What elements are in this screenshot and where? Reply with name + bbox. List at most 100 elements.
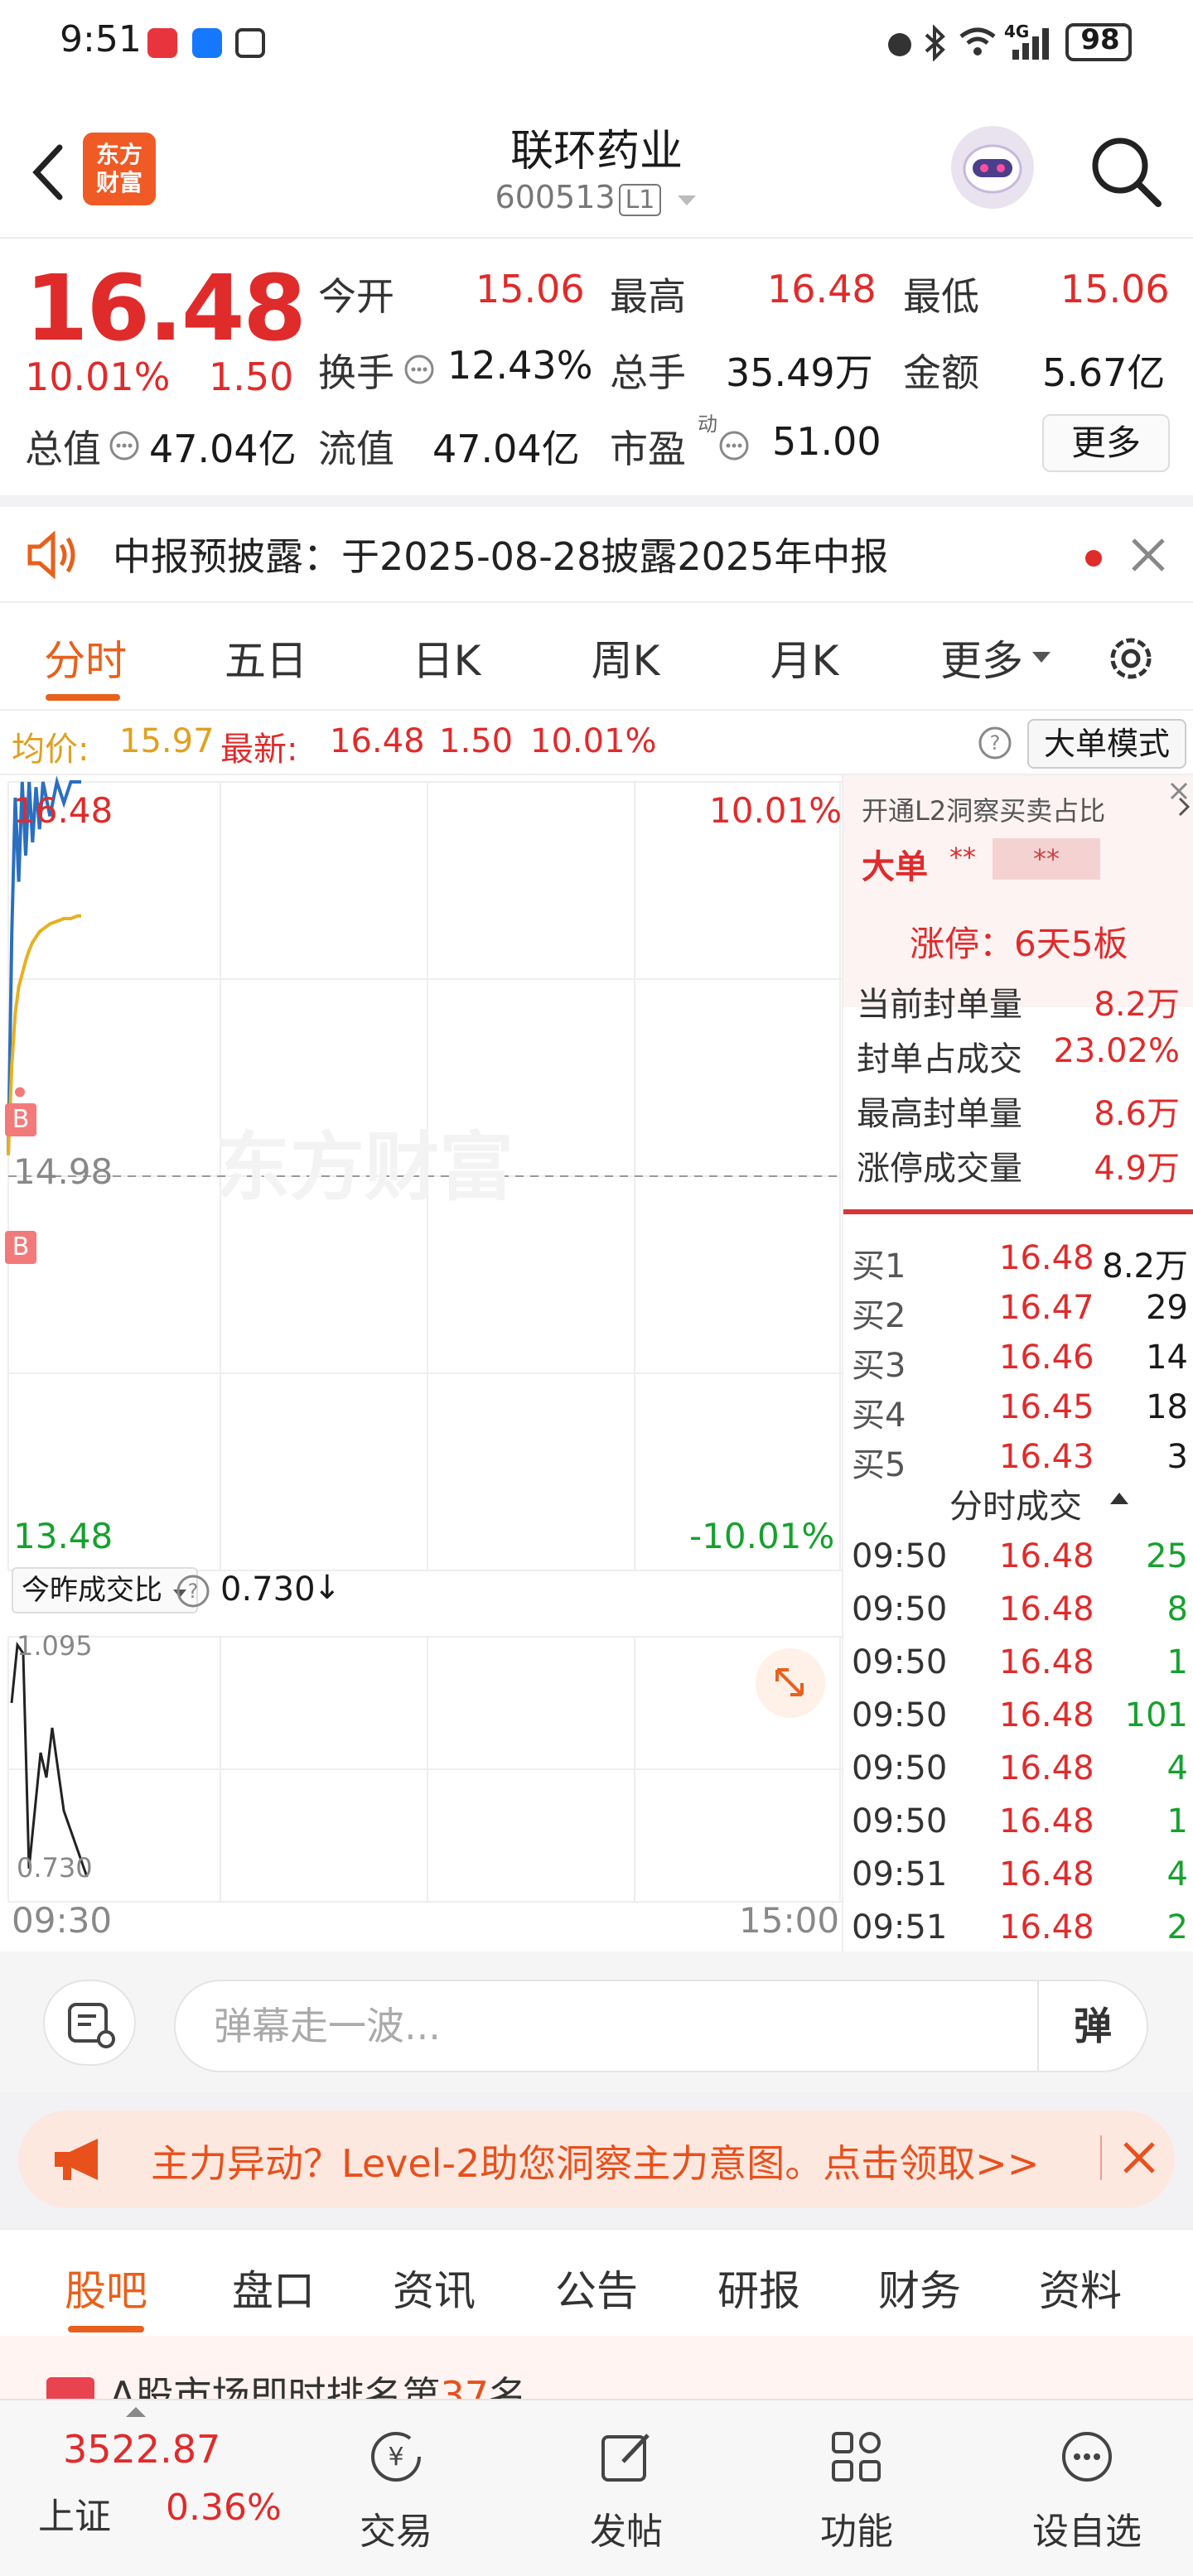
expand-button[interactable] xyxy=(756,1648,825,1718)
limit-stat-row: 涨停成交量 4.9万 xyxy=(857,1141,1188,1189)
tab-intraday[interactable]: 分时 xyxy=(23,628,147,687)
ratio-arrow: ↓ xyxy=(313,1569,341,1607)
trade-volume: 4 xyxy=(1166,1855,1188,1893)
nav-add-watchlist[interactable]: 设自选 xyxy=(1004,2425,1170,2554)
gear-icon[interactable] xyxy=(1104,631,1158,686)
svg-text:¥: ¥ xyxy=(388,2443,403,2472)
tab-news[interactable]: 资讯 xyxy=(360,2258,509,2318)
l2-promo-link[interactable]: 开通L2洞察买卖占比 xyxy=(862,790,1105,828)
order-book-panel: 开通L2洞察买卖占比 大单 ** ** 涨停：6天5板 当前封单量 8.2万 封单占… xyxy=(842,775,1193,1951)
change-amount: 1.50 xyxy=(209,355,294,399)
bid-volume: 18 xyxy=(1146,1388,1188,1426)
tab-announcements[interactable]: 公告 xyxy=(522,2258,671,2318)
ranking-text: A股市场即时排名第37名 xyxy=(109,2366,527,2402)
tab-pankou[interactable]: 盘口 xyxy=(199,2258,348,2318)
big-order-mode-button[interactable]: 大单模式 xyxy=(1027,719,1186,769)
notice-bar[interactable]: 中报预披露：于2025-08-28披露2025年中报 xyxy=(0,495,1193,603)
info-dots-icon[interactable] xyxy=(108,429,141,462)
market-cap-label: 总值 xyxy=(25,427,101,471)
tab-daily-k[interactable]: 日K xyxy=(384,628,509,687)
open-label: 今开 xyxy=(318,274,394,319)
trade-time: 09:50 xyxy=(852,1749,948,1787)
trade-time: 09:51 xyxy=(852,1855,948,1893)
robot-assistant-icon[interactable] xyxy=(951,126,1034,209)
trade-volume: 1 xyxy=(1166,1643,1188,1681)
nav-add-watchlist-label: 设自选 xyxy=(1032,2511,1142,2553)
active-tab-underline xyxy=(68,2326,144,2332)
tab-five-day[interactable]: 五日 xyxy=(204,628,328,687)
trade-volume: 25 xyxy=(1146,1537,1188,1575)
tab-weekly-k[interactable]: 周K xyxy=(563,628,688,687)
nav-trade[interactable]: ¥ 交易 xyxy=(313,2425,479,2554)
info-dots-icon[interactable] xyxy=(403,353,436,386)
trade-row: 09:50 16.48 1 xyxy=(852,1643,1191,1696)
price-line xyxy=(7,775,81,1155)
danmu-list-icon xyxy=(68,2003,115,2048)
bid-volume: 3 xyxy=(1166,1438,1188,1476)
pe-dynamic-sup: 动 xyxy=(698,412,717,436)
more-quote-button[interactable]: 更多 xyxy=(1042,414,1170,472)
close-icon[interactable] xyxy=(1120,2139,1158,2177)
megaphone-icon xyxy=(55,2139,98,2180)
amount-value: 5.67亿 xyxy=(1042,350,1166,395)
bid-row[interactable]: 买1 16.48 8.2万 xyxy=(852,1239,1191,1289)
content-tabs: 股吧 盘口 资讯 公告 研报 财务 资料 xyxy=(0,2228,1193,2336)
ratio-value: 0.730 xyxy=(220,1570,316,1609)
period-tabs: 分时 五日 日K 周K 月K 更多 xyxy=(0,603,1193,711)
level2-promo-banner[interactable]: 主力异动？Level-2助您洞察主力意图。点击领取>> xyxy=(18,2110,1175,2208)
tab-guba[interactable]: 股吧 xyxy=(31,2258,181,2318)
chart-info-row: 均价: 15.97 最新: 16.48 1.50 10.01% ? 大单模式 xyxy=(0,711,1193,775)
info-dots-icon[interactable] xyxy=(717,429,751,462)
close-icon[interactable] xyxy=(1163,775,1193,807)
tab-monthly-k[interactable]: 月K xyxy=(742,628,867,687)
help-icon[interactable]: ? xyxy=(978,726,1012,760)
nav-functions[interactable]: 功能 xyxy=(774,2425,939,2554)
level-badge: L1 xyxy=(618,184,662,216)
battery-level: 98 xyxy=(1080,23,1120,56)
big-order-masked-bar: ** xyxy=(993,838,1100,880)
volume-label: 总手 xyxy=(610,350,686,395)
buy-marker[interactable]: B xyxy=(5,1103,36,1136)
limit-stat-row: 最高封单量 8.6万 xyxy=(857,1087,1188,1135)
stock-header: 东方 财富 联环药业 600513 L1 xyxy=(0,89,1193,239)
buy-marker[interactable]: B xyxy=(5,1231,36,1264)
tab-profile[interactable]: 资料 xyxy=(1006,2258,1155,2318)
bid-row[interactable]: 买2 16.47 29 xyxy=(852,1289,1191,1339)
trade-volume: 8 xyxy=(1166,1590,1188,1628)
chart-top-percent: 10.01% xyxy=(709,790,843,831)
bid-label: 买3 xyxy=(852,1347,906,1385)
tab-research[interactable]: 研报 xyxy=(684,2258,833,2318)
stat-value: 8.2万 xyxy=(1094,986,1180,1024)
latest-price: 16.48 xyxy=(330,722,425,760)
chart-top-price: 16.48 xyxy=(13,790,114,831)
nav-post[interactable]: 发帖 xyxy=(543,2425,709,2554)
trades-header[interactable]: 分时成交 xyxy=(949,1479,1082,1527)
low-label: 最低 xyxy=(903,274,979,319)
stat-value: 4.9万 xyxy=(1094,1150,1180,1188)
danmu-input[interactable]: 弹幕走一波... xyxy=(174,1980,1148,2072)
svg-text:?: ? xyxy=(990,731,1001,755)
nav-trade-label: 交易 xyxy=(360,2511,432,2553)
close-icon[interactable] xyxy=(1128,535,1168,575)
bid-row[interactable]: 买4 16.45 18 xyxy=(852,1388,1191,1438)
alarm-icon xyxy=(888,33,911,56)
index-quote[interactable]: 3522.87 上证 0.36% xyxy=(0,2400,282,2576)
volume-value: 35.49万 xyxy=(726,350,873,395)
nfc-icon xyxy=(235,28,265,58)
bid-volume: 14 xyxy=(1146,1339,1188,1377)
help-icon[interactable]: ? xyxy=(176,1574,210,1609)
ratio-line xyxy=(10,1641,89,1878)
bid-price: 16.45 xyxy=(999,1388,1094,1426)
trade-row: 09:51 16.48 4 xyxy=(852,1855,1191,1908)
ratio-selector[interactable]: 今昨成交比 xyxy=(12,1567,198,1614)
intraday-chart[interactable]: 东方财富 16.48 10.01% 14.98 13.48 -10.01% B … xyxy=(0,775,842,1951)
danmu-send-button[interactable]: 弹 xyxy=(1037,1981,1147,2071)
tab-finance[interactable]: 财务 xyxy=(845,2258,994,2318)
tab-more[interactable]: 更多 xyxy=(920,628,1044,687)
bid-row[interactable]: 买3 16.46 14 xyxy=(852,1339,1191,1388)
ranking-peek[interactable]: A股市场即时排名第37名 xyxy=(0,2336,1193,2402)
danmu-list-button[interactable] xyxy=(43,1980,136,2066)
search-icon[interactable] xyxy=(1085,131,1165,210)
trade-time: 09:50 xyxy=(852,1696,948,1734)
ranking-text-a: A股市场即时排名第 xyxy=(109,2373,441,2402)
